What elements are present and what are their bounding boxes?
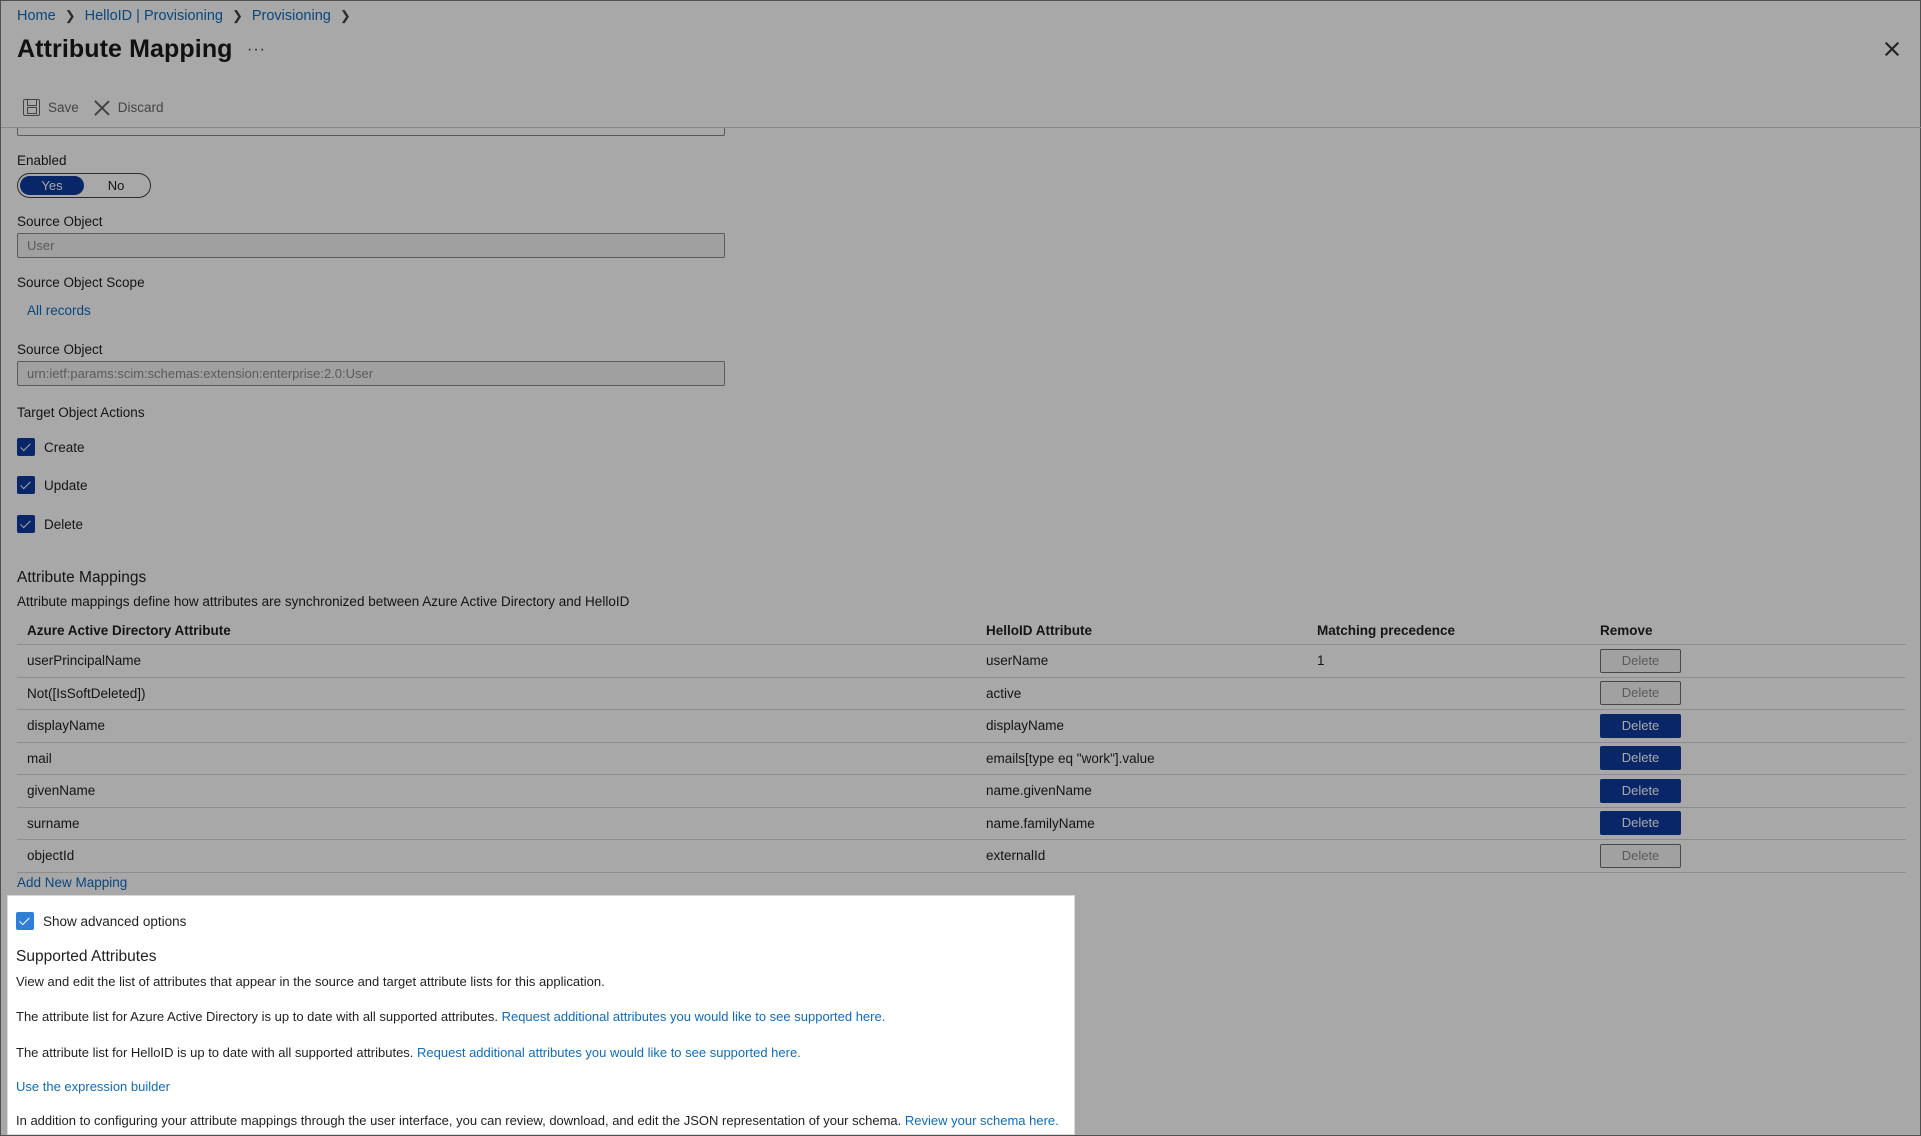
- discard-label: Discard: [117, 100, 164, 115]
- breadcrumb: Home ❯ HelloID | Provisioning ❯ Provisio…: [17, 8, 360, 24]
- show-advanced-label: Show advanced options: [43, 913, 187, 929]
- table-row[interactable]: givenName name.givenName Delete: [17, 775, 1906, 808]
- action-delete[interactable]: Delete: [17, 515, 83, 533]
- target-actions-label: Target Object Actions: [17, 405, 145, 420]
- helloid-request-link[interactable]: Request additional attributes you would …: [417, 1045, 801, 1060]
- helloid-text: The attribute list for HelloID is up to …: [16, 1045, 414, 1060]
- source-object2-label: Source Object: [17, 342, 103, 357]
- column-header: Matching precedence: [1317, 623, 1456, 638]
- source-object2-field: urn:ietf:params:scim:schemas:extension:e…: [17, 361, 725, 386]
- chevron-right-icon: ❯: [231, 8, 243, 23]
- source-attribute[interactable]: objectId: [17, 848, 986, 863]
- expression-builder-row: Use the expression builder: [16, 1079, 170, 1094]
- save-icon: [23, 99, 40, 116]
- show-advanced-options[interactable]: Show advanced options: [16, 912, 186, 930]
- target-attribute: emails[type eq "work"].value: [986, 750, 1155, 766]
- clipped-input-field: [17, 128, 725, 136]
- delete-button[interactable]: Delete: [1600, 746, 1681, 771]
- table-row[interactable]: objectId externalId Delete: [17, 840, 1906, 873]
- action-delete-label: Delete: [44, 516, 84, 532]
- table-row[interactable]: Not([IsSoftDeleted]) active Delete: [17, 678, 1906, 710]
- toggle-no[interactable]: No: [84, 176, 148, 195]
- mappings-title: Attribute Mappings: [17, 569, 147, 586]
- action-update-label: Update: [44, 477, 88, 493]
- toggle-yes[interactable]: Yes: [20, 176, 84, 195]
- save-button[interactable]: Save: [23, 99, 79, 116]
- delete-button[interactable]: Delete: [1600, 778, 1681, 803]
- aad-request-link[interactable]: Request additional attributes you would …: [502, 1009, 886, 1024]
- target-attribute: userName: [986, 653, 1049, 669]
- source-scope-link[interactable]: All records: [27, 303, 91, 318]
- column-header: HelloID Attribute: [986, 623, 1092, 638]
- action-create[interactable]: Create: [17, 438, 85, 456]
- checkbox-checked-icon[interactable]: [17, 515, 35, 533]
- source-attribute[interactable]: mail: [17, 751, 986, 766]
- chevron-right-icon: ❯: [339, 8, 351, 23]
- expression-builder-link[interactable]: Use the expression builder: [16, 1079, 170, 1094]
- table-row[interactable]: displayName displayName Delete: [17, 710, 1906, 743]
- mappings-description: Attribute mappings define how attributes…: [17, 594, 630, 609]
- column-header: Azure Active Directory Attribute: [27, 623, 231, 638]
- mappings-table: Azure Active Directory Attribute HelloID…: [17, 617, 1906, 873]
- more-options-icon[interactable]: ···: [247, 41, 266, 59]
- target-attribute: active: [986, 685, 1022, 701]
- discard-icon: [93, 99, 110, 116]
- matching-precedence: 1: [1317, 653, 1325, 669]
- source-scope-label: Source Object Scope: [17, 275, 145, 290]
- review-schema-link[interactable]: Review your schema here.: [905, 1113, 1059, 1128]
- page-title: Attribute Mapping: [17, 35, 233, 63]
- discard-button[interactable]: Discard: [93, 99, 164, 116]
- breadcrumb-home[interactable]: Home: [17, 8, 56, 24]
- close-icon[interactable]: [1882, 39, 1902, 59]
- add-new-mapping-link[interactable]: Add New Mapping: [17, 875, 127, 890]
- source-attribute[interactable]: displayName: [17, 718, 986, 733]
- checkbox-checked-icon[interactable]: [17, 476, 35, 494]
- source-attribute[interactable]: Not([IsSoftDeleted]): [17, 686, 986, 701]
- helloid-attribute-status: The attribute list for HelloID is up to …: [16, 1045, 801, 1060]
- target-attribute: displayName: [986, 718, 1065, 734]
- breadcrumb-helloid-provisioning[interactable]: HelloID | Provisioning: [85, 8, 223, 24]
- advanced-options-panel: Show advanced options Supported Attribut…: [8, 896, 1074, 1134]
- chevron-right-icon: ❯: [64, 8, 76, 23]
- aad-attribute-status: The attribute list for Azure Active Dire…: [16, 1009, 885, 1024]
- source-attribute[interactable]: givenName: [17, 783, 986, 798]
- action-create-label: Create: [44, 439, 85, 455]
- table-row[interactable]: surname name.familyName Delete: [17, 808, 1906, 840]
- enabled-label: Enabled: [17, 153, 67, 168]
- delete-button[interactable]: Delete: [1600, 811, 1681, 836]
- delete-button: Delete: [1600, 843, 1681, 868]
- json-text: In addition to configuring your attribut…: [16, 1113, 902, 1128]
- aad-text: The attribute list for Azure Active Dire…: [16, 1009, 498, 1024]
- table-header: Azure Active Directory Attribute HelloID…: [17, 617, 1906, 645]
- source-object-field: User: [17, 233, 725, 258]
- supported-attributes-title: Supported Attributes: [16, 948, 157, 965]
- delete-button: Delete: [1600, 648, 1681, 673]
- checkbox-checked-icon[interactable]: [16, 912, 34, 930]
- source-attribute[interactable]: surname: [17, 816, 986, 831]
- action-update[interactable]: Update: [17, 476, 88, 494]
- json-schema-row: In addition to configuring your attribut…: [16, 1113, 1059, 1128]
- table-row[interactable]: mail emails[type eq "work"].value Delete: [17, 743, 1906, 775]
- source-attribute[interactable]: userPrincipalName: [17, 653, 986, 668]
- supported-attributes-intro: View and edit the list of attributes tha…: [16, 974, 605, 989]
- target-attribute: externalId: [986, 848, 1046, 864]
- target-attribute: name.givenName: [986, 783, 1092, 799]
- column-header: Remove: [1600, 623, 1653, 638]
- table-row[interactable]: userPrincipalName userName 1 Delete: [17, 645, 1906, 678]
- toolbar: Save Discard: [23, 99, 164, 116]
- delete-button: Delete: [1600, 681, 1681, 706]
- target-attribute: name.familyName: [986, 815, 1095, 831]
- delete-button[interactable]: Delete: [1600, 713, 1681, 738]
- breadcrumb-provisioning[interactable]: Provisioning: [252, 8, 331, 24]
- checkbox-checked-icon[interactable]: [17, 438, 35, 456]
- source-object-label: Source Object: [17, 214, 103, 229]
- save-label: Save: [48, 100, 79, 115]
- enabled-toggle[interactable]: Yes No: [17, 173, 151, 198]
